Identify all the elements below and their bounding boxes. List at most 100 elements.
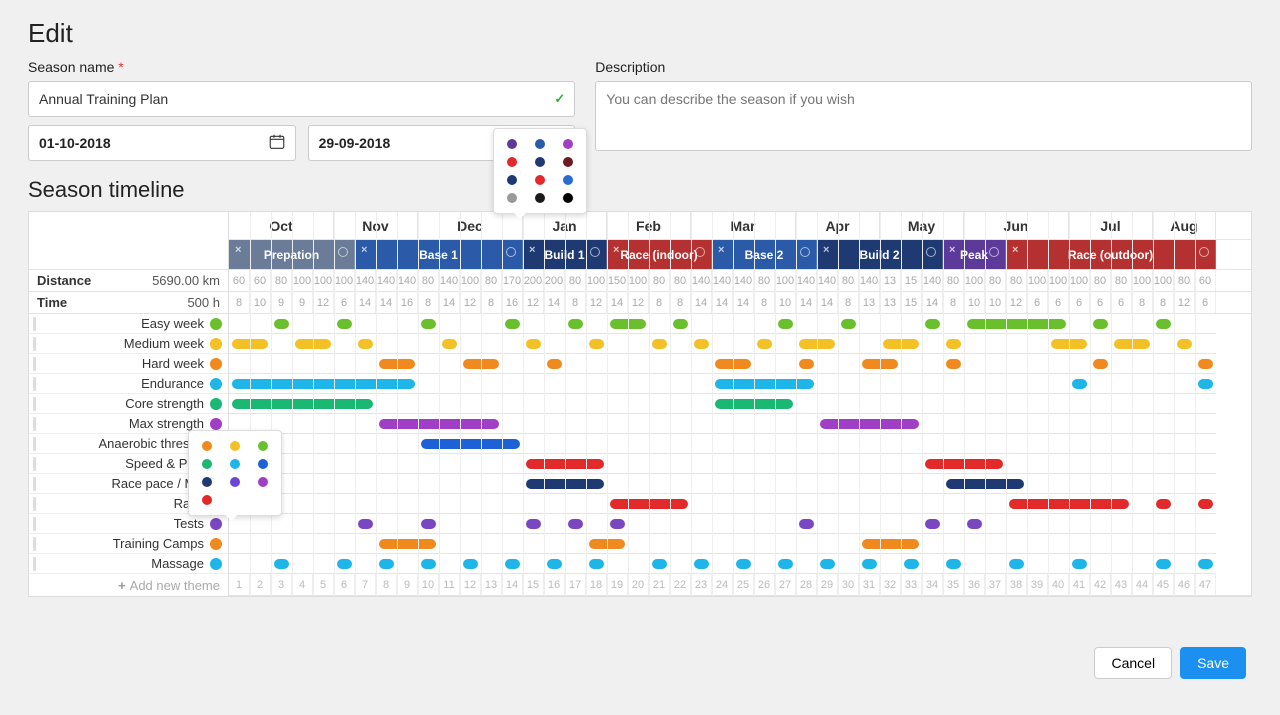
metric-cell[interactable]: 100 <box>628 270 649 291</box>
metric-cell[interactable]: 15 <box>901 270 922 291</box>
drag-handle-icon[interactable] <box>33 437 36 451</box>
theme-row[interactable] <box>229 334 1216 354</box>
metric-cell[interactable]: 6 <box>1111 292 1132 313</box>
metric-cell[interactable]: 150 <box>607 270 628 291</box>
drag-handle-icon[interactable] <box>33 337 36 351</box>
metric-cell[interactable]: 6 <box>1027 292 1048 313</box>
color-swatch[interactable] <box>258 477 268 487</box>
gantt-bar[interactable] <box>1156 499 1171 509</box>
metric-cell[interactable]: 80 <box>565 270 586 291</box>
metric-cell[interactable]: 13 <box>880 292 901 313</box>
gantt-bar[interactable] <box>1198 359 1213 369</box>
gantt-bar[interactable] <box>526 479 604 489</box>
gantt-bar[interactable] <box>568 519 583 529</box>
gantt-bar[interactable] <box>862 559 877 569</box>
metric-cell[interactable]: 60 <box>250 270 271 291</box>
gantt-bar[interactable] <box>799 519 814 529</box>
color-dot-icon[interactable] <box>210 378 222 390</box>
drag-handle-icon[interactable] <box>33 377 36 391</box>
metric-cell[interactable]: 100 <box>1153 270 1174 291</box>
gantt-bar[interactable] <box>694 559 709 569</box>
theme-label[interactable]: Training Camps <box>29 534 228 554</box>
save-button[interactable]: Save <box>1180 647 1246 679</box>
phase-cell[interactable]: ×Prepation <box>229 240 355 269</box>
phase-handle-icon[interactable] <box>1199 247 1209 257</box>
gantt-bar[interactable] <box>442 339 457 349</box>
color-dot-icon[interactable] <box>210 358 222 370</box>
metric-cell[interactable]: 100 <box>292 270 313 291</box>
gantt-bar[interactable] <box>589 339 604 349</box>
gantt-bar[interactable] <box>946 559 961 569</box>
metric-cell[interactable]: 10 <box>775 292 796 313</box>
metric-cell[interactable]: 13 <box>880 270 901 291</box>
gantt-bar[interactable] <box>547 559 562 569</box>
color-swatch[interactable] <box>230 441 240 451</box>
phase-handle-icon[interactable] <box>926 247 936 257</box>
theme-row[interactable] <box>229 414 1216 434</box>
gantt-bar[interactable] <box>295 339 331 349</box>
gantt-bar[interactable] <box>652 339 667 349</box>
metric-cell[interactable]: 12 <box>523 292 544 313</box>
gantt-bar[interactable] <box>799 339 835 349</box>
metric-cell[interactable]: 14 <box>817 292 838 313</box>
drag-handle-icon[interactable] <box>33 537 36 551</box>
gantt-bar[interactable] <box>1093 319 1108 329</box>
metric-cell[interactable]: 8 <box>565 292 586 313</box>
color-swatch[interactable] <box>535 157 545 167</box>
metric-cell[interactable]: 14 <box>691 292 712 313</box>
metric-cell[interactable]: 14 <box>607 292 628 313</box>
theme-label[interactable]: Massage <box>29 554 228 574</box>
phase-handle-icon[interactable] <box>800 247 810 257</box>
metric-cell[interactable]: 10 <box>964 292 985 313</box>
phase-handle-icon[interactable] <box>590 247 600 257</box>
gantt-bar[interactable] <box>967 519 982 529</box>
theme-label[interactable]: Endurance <box>29 374 228 394</box>
gantt-bar[interactable] <box>505 559 520 569</box>
gantt-bar[interactable] <box>904 559 919 569</box>
calendar-icon[interactable] <box>268 133 286 154</box>
metric-cell[interactable]: 80 <box>271 270 292 291</box>
gantt-bar[interactable] <box>841 319 856 329</box>
color-swatch[interactable] <box>230 477 240 487</box>
metric-cell[interactable]: 80 <box>754 270 775 291</box>
gantt-bar[interactable] <box>1198 379 1213 389</box>
color-swatch[interactable] <box>563 193 573 203</box>
metric-cell[interactable]: 8 <box>1153 292 1174 313</box>
drag-handle-icon[interactable] <box>33 417 36 431</box>
gantt-bar[interactable] <box>1009 499 1129 509</box>
gantt-bar[interactable] <box>232 339 268 349</box>
gantt-bar[interactable] <box>274 559 289 569</box>
gantt-bar[interactable] <box>946 479 1024 489</box>
metric-cell[interactable]: 80 <box>481 270 502 291</box>
gantt-bar[interactable] <box>568 319 583 329</box>
metric-cell[interactable]: 80 <box>1006 270 1027 291</box>
metric-cell[interactable]: 8 <box>649 292 670 313</box>
gantt-bar[interactable] <box>820 419 919 429</box>
metric-cell[interactable]: 8 <box>943 292 964 313</box>
metric-cell[interactable]: 80 <box>1090 270 1111 291</box>
metric-cell[interactable]: 100 <box>1069 270 1090 291</box>
phase-handle-icon[interactable] <box>695 247 705 257</box>
phase-cell[interactable]: ×Race (indoor) <box>607 240 712 269</box>
gantt-bar[interactable] <box>421 519 436 529</box>
gantt-bar[interactable] <box>610 319 646 329</box>
metric-cell[interactable]: 14 <box>712 292 733 313</box>
metric-cell[interactable]: 6 <box>334 292 355 313</box>
theme-row[interactable] <box>229 354 1216 374</box>
gantt-bar[interactable] <box>379 359 415 369</box>
color-swatch[interactable] <box>202 441 212 451</box>
metric-cell[interactable]: 100 <box>313 270 334 291</box>
phase-cell[interactable]: ×Base 1 <box>355 240 523 269</box>
theme-row[interactable] <box>229 434 1216 454</box>
gantt-bar[interactable] <box>1198 499 1213 509</box>
color-dot-icon[interactable] <box>210 418 222 430</box>
theme-label[interactable]: Hard week <box>29 354 228 374</box>
gantt-bar[interactable] <box>379 419 499 429</box>
metric-cell[interactable]: 14 <box>796 292 817 313</box>
theme-label[interactable]: Core strength <box>29 394 228 414</box>
gantt-bar[interactable] <box>1072 379 1087 389</box>
gantt-bar[interactable] <box>379 539 436 549</box>
phase-handle-icon[interactable] <box>506 247 516 257</box>
color-swatch[interactable] <box>535 193 545 203</box>
drag-handle-icon[interactable] <box>33 477 36 491</box>
